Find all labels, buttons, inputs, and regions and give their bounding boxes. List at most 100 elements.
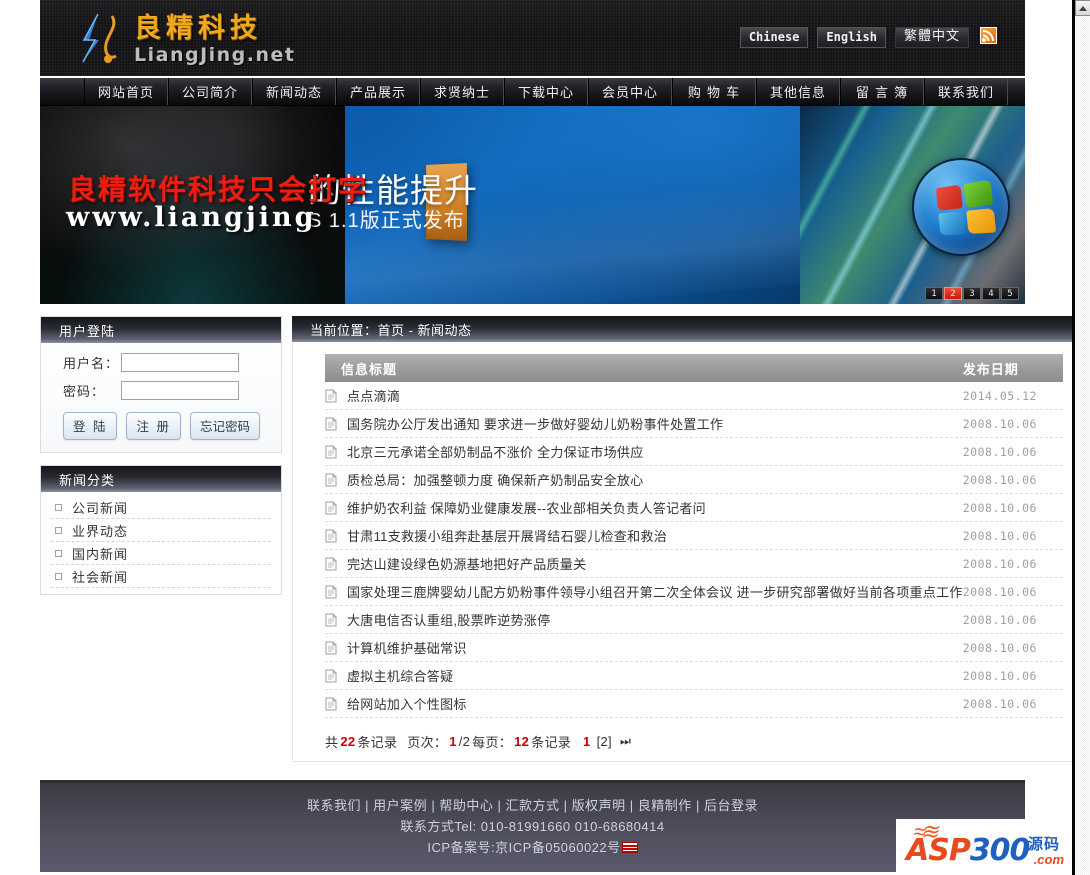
nav-item-guestbook[interactable]: 留 言 簿	[840, 78, 924, 105]
site-container: 良精科技 LiangJing.net Chinese English 繁體中文	[40, 0, 1025, 872]
category-item-company[interactable]: 公司新闻	[51, 496, 271, 519]
document-icon	[325, 417, 337, 431]
nav-item-about[interactable]: 公司简介	[168, 78, 252, 105]
footer-link-producer[interactable]: 良精制作	[638, 798, 692, 813]
nav-item-downloads[interactable]: 下载中心	[504, 78, 588, 105]
forgot-password-button[interactable]: 忘记密码	[190, 412, 260, 440]
password-row: 密码：	[41, 381, 281, 400]
nav-item-home[interactable]: 网站首页	[84, 78, 168, 105]
rss-icon[interactable]	[980, 27, 997, 44]
news-category-panel: 新闻分类 公司新闻 业界动态 国内新闻	[40, 465, 282, 595]
banner-page-3[interactable]: 3	[963, 287, 981, 300]
lang-traditional-button[interactable]: 繁體中文	[895, 27, 969, 48]
bullet-square-icon	[55, 573, 62, 580]
sep: |	[431, 798, 435, 813]
pagination-last-icon[interactable]: ⏭	[620, 734, 631, 749]
browser-scrollbar[interactable]	[1074, 0, 1090, 875]
category-item-industry[interactable]: 业界动态	[51, 519, 271, 542]
news-title-link[interactable]: 虚拟主机综合答疑	[347, 666, 963, 685]
pagination-next-page[interactable]: [2]	[597, 734, 612, 749]
news-title-link[interactable]: 甘肃11支救援小组奔赴基层开展肾结石婴儿检查和救治	[347, 526, 963, 545]
category-item-society[interactable]: 社会新闻	[51, 565, 271, 588]
password-input[interactable]	[121, 381, 239, 400]
lang-chinese-button[interactable]: Chinese	[740, 27, 809, 48]
news-row[interactable]: 给网站加入个性图标2008.10.06	[325, 690, 1063, 718]
category-item-domestic[interactable]: 国内新闻	[51, 542, 271, 565]
news-title-link[interactable]: 北京三元承诺全部奶制品不涨价 全力保证市场供应	[347, 442, 963, 461]
sidebar: 用户登陆 用户名： 密码： 登 陆 注 册 忘记	[40, 316, 282, 607]
news-date: 2008.10.06	[963, 501, 1063, 515]
news-title-link[interactable]: 点点滴滴	[347, 386, 963, 405]
hero-banner[interactable]: 的性能提升 S 1.1版正式发布 良精软件科技只会打字 www.liangjin…	[40, 106, 1025, 304]
news-date: 2008.10.06	[963, 613, 1063, 627]
site-logo[interactable]: 良精科技 LiangJing.net	[68, 10, 296, 68]
per-page-suffix: 条记录	[531, 732, 571, 751]
news-title-link[interactable]: 给网站加入个性图标	[347, 694, 963, 713]
banner-page-5[interactable]: 5	[1001, 287, 1019, 300]
register-button[interactable]: 注 册	[126, 412, 180, 440]
banner-page-2[interactable]: 2	[944, 287, 962, 300]
news-title-link[interactable]: 质检总局：加强整顿力度 确保新产奶制品安全放心	[347, 470, 963, 489]
chevron-up-icon	[1079, 6, 1087, 11]
nav-item-careers[interactable]: 求贤纳士	[420, 78, 504, 105]
document-icon	[325, 557, 337, 571]
main-content: 当前位置：首页 - 新闻动态 信息标题 发布日期 点点滴滴2014.05.12国…	[292, 316, 1086, 762]
news-title-link[interactable]: 大唐电信否认重组,股票昨逆势涨停	[347, 610, 963, 629]
news-row[interactable]: 国家处理三鹿牌婴幼儿配方奶粉事件领导小组召开第二次全体会议 进一步研究部署做好当…	[325, 578, 1063, 606]
nav-item-cart[interactable]: 购 物 车	[672, 78, 756, 105]
username-label: 用户名：	[63, 353, 121, 372]
nav-left-spacer	[40, 78, 84, 105]
news-row[interactable]: 国务院办公厅发出通知 要求进一步做好婴幼儿奶粉事件处置工作2008.10.06	[325, 410, 1063, 438]
document-icon	[325, 473, 337, 487]
news-date: 2008.10.06	[963, 445, 1063, 459]
news-title-link[interactable]: 完达山建设绿色奶源基地把好产品质量关	[347, 554, 963, 573]
news-row[interactable]: 甘肃11支救援小组奔赴基层开展肾结石婴儿检查和救治2008.10.06	[325, 522, 1063, 550]
news-row[interactable]: 完达山建设绿色奶源基地把好产品质量关2008.10.06	[325, 550, 1063, 578]
total-prefix: 共	[325, 732, 338, 751]
news-title-link[interactable]: 计算机维护基础常识	[347, 638, 963, 657]
footer-link-copyright[interactable]: 版权声明	[572, 798, 626, 813]
footer-link-cases[interactable]: 用户案例	[373, 798, 427, 813]
banner-page-4[interactable]: 4	[982, 287, 1000, 300]
document-icon	[325, 501, 337, 515]
scrollbar-up-button[interactable]	[1075, 0, 1090, 16]
site-footer: 联系我们 | 用户案例 | 帮助中心 | 汇款方式 | 版权声明 | 良精制作 …	[40, 780, 1025, 872]
username-input[interactable]	[121, 353, 239, 372]
news-row[interactable]: 计算机维护基础常识2008.10.06	[325, 634, 1063, 662]
news-row[interactable]: 维护奶农利益 保障奶业健康发展--农业部相关负责人答记者问2008.10.06	[325, 494, 1063, 522]
category-label: 社会新闻	[72, 567, 128, 586]
footer-link-payment[interactable]: 汇款方式	[505, 798, 559, 813]
nav-item-products[interactable]: 产品展示	[336, 78, 420, 105]
news-title-link[interactable]: 国务院办公厅发出通知 要求进一步做好婴幼儿奶粉事件处置工作	[347, 414, 963, 433]
total-count: 22	[340, 734, 355, 749]
news-date: 2008.10.06	[963, 473, 1063, 487]
news-row[interactable]: 点点滴滴2014.05.12	[325, 382, 1063, 410]
per-page-count: 12	[514, 734, 529, 749]
nav-item-contact[interactable]: 联系我们	[924, 78, 1008, 105]
category-label: 公司新闻	[72, 498, 128, 517]
banner-middle-panel	[345, 106, 800, 304]
news-row[interactable]: 虚拟主机综合答疑2008.10.06	[325, 662, 1063, 690]
banner-page-1[interactable]: 1	[925, 287, 943, 300]
footer-link-admin[interactable]: 后台登录	[704, 798, 758, 813]
login-button[interactable]: 登 陆	[63, 412, 117, 440]
page-root: 良精科技 LiangJing.net Chinese English 繁體中文	[0, 0, 1074, 875]
footer-link-contact[interactable]: 联系我们	[307, 798, 361, 813]
lang-english-button[interactable]: English	[817, 27, 886, 48]
news-title-link[interactable]: 国家处理三鹿牌婴幼儿配方奶粉事件领导小组召开第二次全体会议 进一步研究部署做好当…	[347, 582, 963, 601]
main-navigation: 网站首页 公司简介 新闻动态 产品展示 求贤纳士 下载中心 会员中心 购 物 车…	[40, 78, 1025, 106]
sep: |	[630, 798, 634, 813]
nav-item-member[interactable]: 会员中心	[588, 78, 672, 105]
news-row[interactable]: 大唐电信否认重组,股票昨逆势涨停2008.10.06	[325, 606, 1063, 634]
sep: |	[497, 798, 501, 813]
news-title-link[interactable]: 维护奶农利益 保障奶业健康发展--农业部相关负责人答记者问	[347, 498, 963, 517]
footer-link-help[interactable]: 帮助中心	[439, 798, 493, 813]
nav-item-other[interactable]: 其他信息	[756, 78, 840, 105]
news-category-list: 公司新闻 业界动态 国内新闻 社会新闻	[41, 492, 281, 594]
nav-item-news[interactable]: 新闻动态	[252, 78, 336, 105]
news-row[interactable]: 质检总局：加强整顿力度 确保新产奶制品安全放心2008.10.06	[325, 466, 1063, 494]
document-icon	[325, 389, 337, 403]
username-row: 用户名：	[41, 353, 281, 372]
pagination-current-page[interactable]: 1	[583, 734, 591, 749]
news-row[interactable]: 北京三元承诺全部奶制品不涨价 全力保证市场供应2008.10.06	[325, 438, 1063, 466]
